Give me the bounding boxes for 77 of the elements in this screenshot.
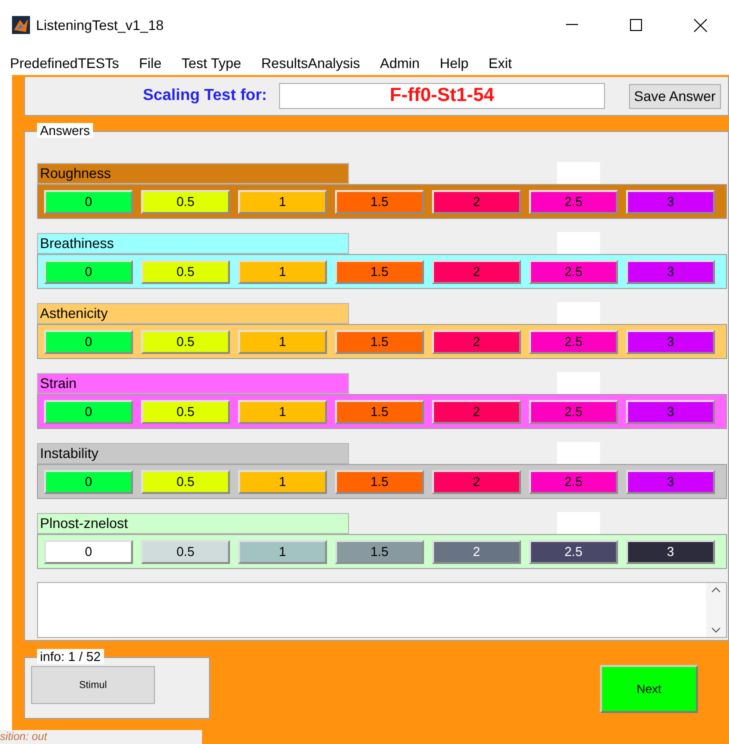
scale-label: Strain bbox=[37, 372, 349, 394]
save-answer-button[interactable]: Save Answer bbox=[629, 84, 721, 108]
scroll-up-icon[interactable] bbox=[711, 587, 721, 593]
rating-button[interactable]: 0.5 bbox=[141, 260, 230, 284]
rating-button[interactable]: 0 bbox=[44, 470, 133, 494]
status-text: sition: out bbox=[0, 730, 202, 744]
menu-item[interactable]: Test Type bbox=[172, 54, 252, 70]
rating-button[interactable]: 0.5 bbox=[141, 400, 230, 424]
rating-button[interactable]: 1.5 bbox=[335, 400, 424, 424]
rating-button[interactable]: 1 bbox=[238, 260, 327, 284]
rating-button[interactable]: 3 bbox=[626, 470, 715, 494]
rating-button[interactable]: 2 bbox=[432, 330, 521, 354]
close-icon bbox=[694, 18, 706, 32]
scale-label: Plnost-znelost bbox=[37, 512, 349, 534]
rating-button[interactable]: 2 bbox=[432, 540, 521, 564]
menu-item[interactable]: PredefinedTESTs bbox=[8, 54, 129, 70]
scale-label: Roughness bbox=[37, 162, 349, 184]
menu-item[interactable]: Admin bbox=[370, 54, 430, 70]
rating-button[interactable]: 0.5 bbox=[141, 470, 230, 494]
maximize-icon bbox=[630, 19, 642, 31]
scale-label: Asthenicity bbox=[37, 302, 349, 324]
rating-button[interactable]: 2.5 bbox=[529, 260, 618, 284]
score-field bbox=[557, 232, 600, 254]
rating-button[interactable]: 1.5 bbox=[335, 470, 424, 494]
rating-button[interactable]: 1 bbox=[238, 470, 327, 494]
rating-button[interactable]: 0.5 bbox=[141, 330, 230, 354]
minimize-icon bbox=[566, 24, 578, 26]
next-button[interactable]: Next bbox=[600, 665, 698, 713]
rating-button[interactable]: 3 bbox=[626, 400, 715, 424]
test-label: Scaling Test for: bbox=[142, 87, 267, 105]
score-field bbox=[557, 372, 600, 394]
score-field bbox=[557, 162, 600, 184]
rating-button[interactable]: 0.5 bbox=[141, 540, 230, 564]
rating-button[interactable]: 2.5 bbox=[529, 540, 618, 564]
rating-button[interactable]: 2 bbox=[432, 470, 521, 494]
stimulus-field[interactable]: F-ff0-St1-54 bbox=[279, 83, 605, 109]
rating-button[interactable]: 2.5 bbox=[529, 190, 618, 214]
menu-item[interactable]: Help bbox=[430, 54, 478, 70]
rating-button[interactable]: 0 bbox=[44, 540, 133, 564]
comment-field[interactable] bbox=[37, 582, 727, 638]
rating-button[interactable]: 2 bbox=[432, 400, 521, 424]
scale-label: Instability bbox=[37, 442, 349, 464]
rating-button[interactable]: 3 bbox=[626, 260, 715, 284]
panel-title: info: 1 / 52 bbox=[37, 649, 104, 664]
rating-button[interactable]: 1.5 bbox=[335, 260, 424, 284]
rating-button[interactable]: 3 bbox=[626, 190, 715, 214]
score-field bbox=[557, 442, 600, 464]
rating-button[interactable]: 1.5 bbox=[335, 330, 424, 354]
rating-button[interactable]: 3 bbox=[626, 540, 715, 564]
scroll-down-icon[interactable] bbox=[711, 627, 721, 633]
rating-button[interactable]: 1 bbox=[238, 400, 327, 424]
rating-button[interactable]: 1 bbox=[238, 540, 327, 564]
rating-button[interactable]: 1 bbox=[238, 190, 327, 214]
rating-button[interactable]: 0.5 bbox=[141, 190, 230, 214]
scale-label: Breathiness bbox=[37, 232, 349, 254]
rating-button[interactable]: 0 bbox=[44, 330, 133, 354]
rating-button[interactable]: 1 bbox=[238, 330, 327, 354]
rating-button[interactable]: 2 bbox=[432, 260, 521, 284]
menu-item[interactable]: ResultsAnalysis bbox=[251, 54, 370, 70]
window-title: ListeningTest_v1_18 bbox=[36, 17, 165, 33]
rating-button[interactable]: 2.5 bbox=[529, 400, 618, 424]
rating-button[interactable]: 0 bbox=[44, 260, 133, 284]
rating-button[interactable]: 0 bbox=[44, 400, 133, 424]
app-logo-icon bbox=[12, 16, 30, 34]
stimulus-button[interactable]: Stimul bbox=[31, 666, 155, 704]
rating-button[interactable]: 2.5 bbox=[529, 330, 618, 354]
rating-button[interactable]: 0 bbox=[44, 190, 133, 214]
score-field bbox=[557, 512, 600, 534]
rating-button[interactable]: 2.5 bbox=[529, 470, 618, 494]
rating-button[interactable]: 1.5 bbox=[335, 190, 424, 214]
rating-button[interactable]: 2 bbox=[432, 190, 521, 214]
menu-item[interactable]: Exit bbox=[478, 54, 522, 70]
score-field bbox=[557, 302, 600, 324]
panel-title: Answers bbox=[37, 123, 93, 138]
rating-button[interactable]: 1.5 bbox=[335, 540, 424, 564]
menu-item[interactable]: File bbox=[128, 54, 172, 70]
rating-button[interactable]: 3 bbox=[626, 330, 715, 354]
